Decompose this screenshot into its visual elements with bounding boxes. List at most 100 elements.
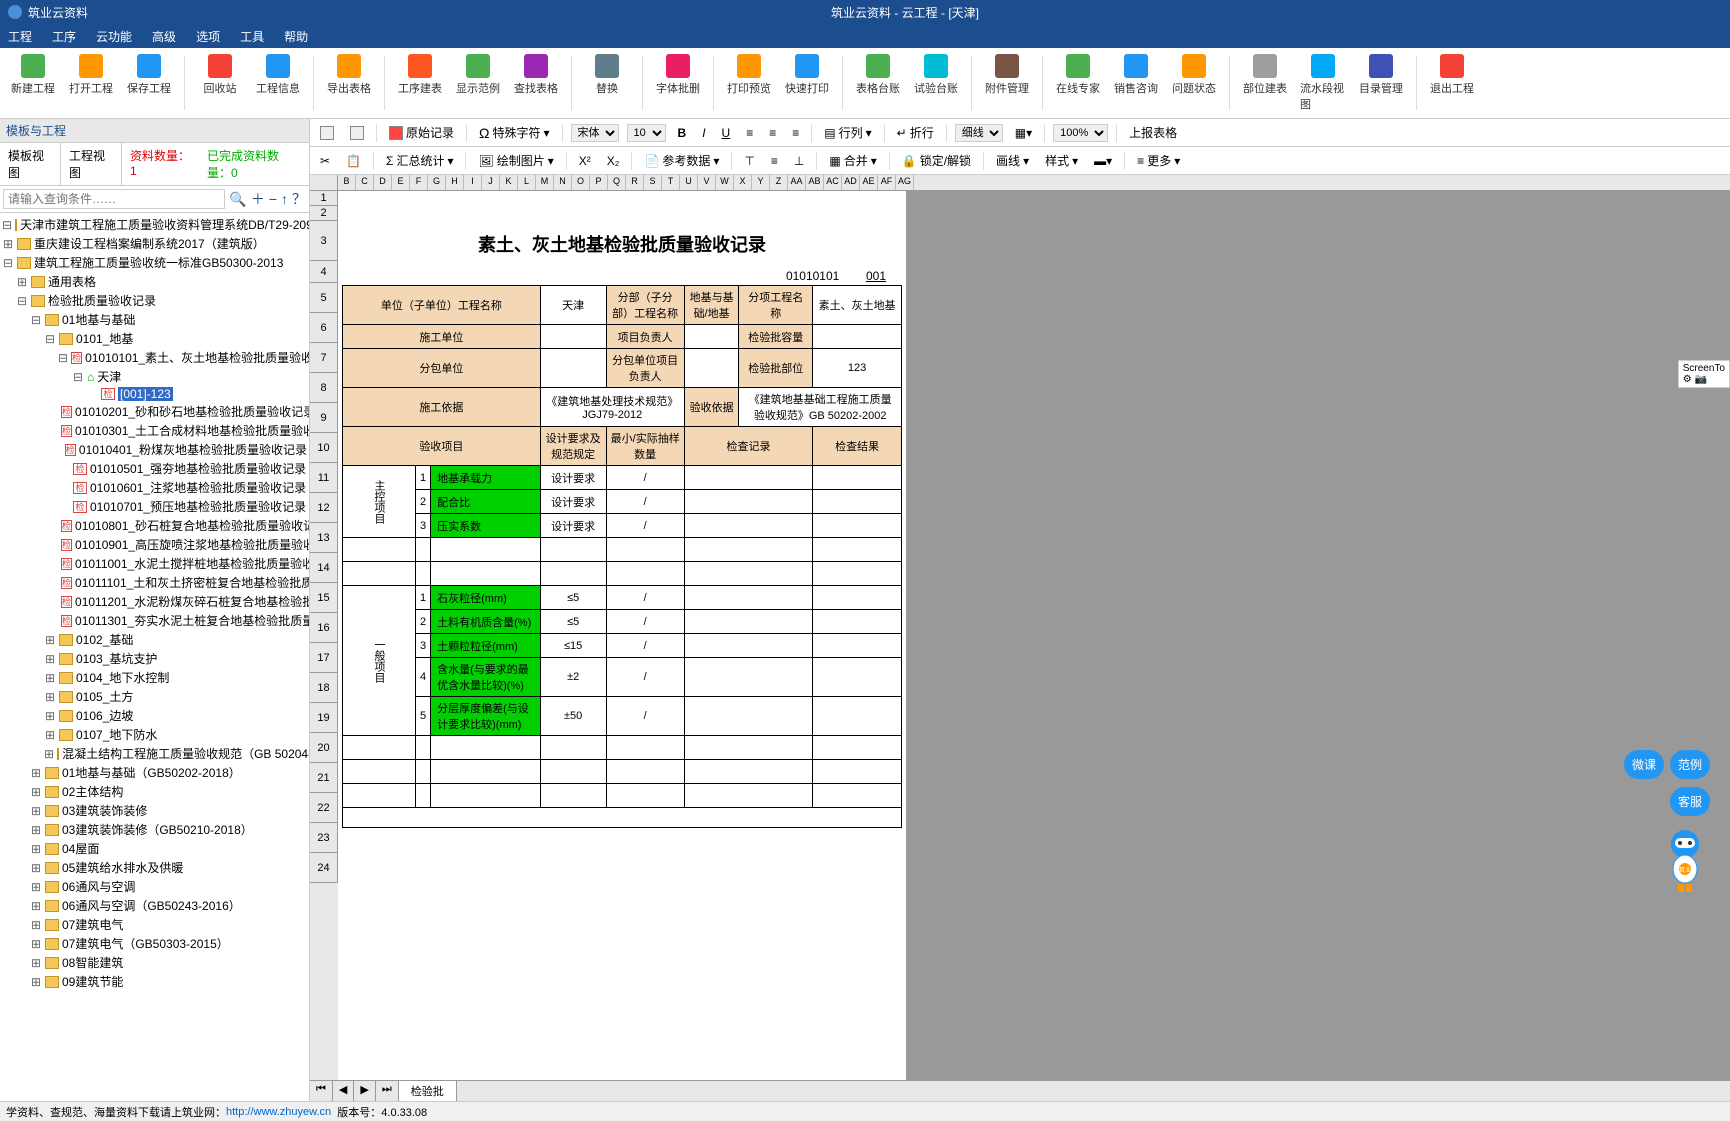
- tab-project-view[interactable]: 工程视图: [61, 143, 122, 185]
- tb-显示范例[interactable]: 显示范例: [453, 52, 503, 114]
- sub-btn[interactable]: X₂: [603, 152, 624, 170]
- tree-item[interactable]: ⊞06通风与空调（GB50243-2016）: [2, 896, 307, 915]
- cut-icon[interactable]: ✂: [316, 152, 334, 170]
- tb-新建工程[interactable]: 新建工程: [8, 52, 58, 114]
- italic-btn[interactable]: I: [698, 124, 709, 142]
- tree-item[interactable]: ⊞02主体结构: [2, 782, 307, 801]
- up-icon[interactable]: ↑: [281, 191, 288, 207]
- menu-帮助[interactable]: 帮助: [284, 28, 308, 45]
- zoom-select[interactable]: 100%: [1053, 124, 1108, 142]
- tb-表格台账[interactable]: 表格台账: [853, 52, 903, 114]
- wrap-btn[interactable]: ↵ 折行: [893, 122, 938, 143]
- tree-item[interactable]: ⊞重庆建设工程档案编制系统2017（建筑版）: [2, 234, 307, 253]
- valign-bot-icon[interactable]: ⊥: [790, 152, 808, 170]
- tb-退出工程[interactable]: 退出工程: [1427, 52, 1477, 114]
- tb-打印预览[interactable]: 打印预览: [724, 52, 774, 114]
- menu-工具[interactable]: 工具: [240, 28, 264, 45]
- tb-在线专家[interactable]: 在线专家: [1053, 52, 1103, 114]
- tree-item[interactable]: 检01010801_砂石桩复合地基检验批质量验收记录: [2, 516, 307, 535]
- sheet-area[interactable]: 123456789101112131415161718192021222324 …: [310, 191, 1730, 1080]
- tree-item[interactable]: 检01010201_砂和砂石地基检验批质量验收记录: [2, 402, 307, 421]
- weike-btn[interactable]: 微课: [1624, 750, 1664, 779]
- tree-item[interactable]: ⊟01地基与基础: [2, 310, 307, 329]
- kefu-btn[interactable]: 客服: [1670, 787, 1710, 816]
- tb-替换[interactable]: 替换: [582, 52, 632, 114]
- tb-目录管理[interactable]: 目录管理: [1356, 52, 1406, 114]
- upload-btn[interactable]: 上报表格: [1125, 122, 1181, 143]
- style-btn[interactable]: 样式▾: [1041, 150, 1082, 171]
- tab-template-view[interactable]: 模板视图: [0, 143, 61, 185]
- tab-last-icon[interactable]: ⏭: [376, 1081, 399, 1101]
- tree-item[interactable]: 检01010301_土工合成材料地基检验批质量验收记录: [2, 421, 307, 440]
- nav-tree[interactable]: ⊟天津市建筑工程施工质量验收资料管理系统DB/T29-209-2011⊞重庆建设…: [0, 213, 309, 1101]
- valign-top-icon[interactable]: ⊤: [740, 152, 758, 170]
- tree-item[interactable]: ⊟⌂天津: [2, 367, 307, 386]
- tree-item[interactable]: ⊞0106_边坡: [2, 706, 307, 725]
- tb-部位建表[interactable]: 部位建表: [1240, 52, 1290, 114]
- tree-item[interactable]: ⊟检验批质量验收记录: [2, 291, 307, 310]
- tree-item[interactable]: ⊞03建筑装饰装修（GB50210-2018）: [2, 820, 307, 839]
- menu-工序[interactable]: 工序: [52, 28, 76, 45]
- tb-试验台账[interactable]: 试验台账: [911, 52, 961, 114]
- tb-附件管理[interactable]: 附件管理: [982, 52, 1032, 114]
- tb-打开工程[interactable]: 打开工程: [66, 52, 116, 114]
- search-icon[interactable]: 🔍: [229, 191, 246, 208]
- tree-item[interactable]: ⊟天津市建筑工程施工质量验收资料管理系统DB/T29-209-2011: [2, 215, 307, 234]
- tb-销售咨询[interactable]: 销售咨询: [1111, 52, 1161, 114]
- add-icon[interactable]: ＋: [251, 189, 265, 209]
- lock-btn[interactable]: 🔒 锁定/解锁: [898, 150, 975, 171]
- line-select[interactable]: 细线: [955, 124, 1003, 142]
- tb-导出表格[interactable]: 导出表格: [324, 52, 374, 114]
- sheet-tab[interactable]: 检验批: [399, 1081, 457, 1101]
- align-right-icon[interactable]: ≡: [788, 124, 803, 142]
- tab-next-icon[interactable]: ▶: [354, 1081, 375, 1101]
- underline-btn[interactable]: U: [718, 124, 735, 142]
- menu-云功能[interactable]: 云功能: [96, 28, 132, 45]
- tree-item[interactable]: ⊞0107_地下防水: [2, 725, 307, 744]
- draw-btn[interactable]: 🖼 绘制图片▾: [474, 150, 557, 171]
- form-table[interactable]: 单位（子单位）工程名称天津 分部（子分部）工程名称地基与基础/地基 分项工程名称…: [342, 285, 902, 828]
- tab-prev-icon[interactable]: ◀: [333, 1081, 354, 1101]
- paste-icon[interactable]: 📋: [342, 152, 365, 170]
- tb-回收站[interactable]: 回收站: [195, 52, 245, 114]
- tree-item[interactable]: ⊟0101_地基: [2, 329, 307, 348]
- tree-item[interactable]: ⊞通用表格: [2, 272, 307, 291]
- tree-item[interactable]: ⊟建筑工程施工质量验收统一标准GB50300-2013: [2, 253, 307, 272]
- screentool-widget[interactable]: ScreenTo⚙ 📷: [1678, 360, 1730, 388]
- tree-item[interactable]: 检01010401_粉煤灰地基检验批质量验收记录: [2, 440, 307, 459]
- tb-保存工程[interactable]: 保存工程: [124, 52, 174, 114]
- undo-icon[interactable]: [316, 124, 338, 142]
- orig-record-btn[interactable]: 原始记录: [385, 122, 458, 143]
- tree-item[interactable]: ⊞04屋面: [2, 839, 307, 858]
- tree-item[interactable]: ⊞07建筑电气（GB50303-2015）: [2, 934, 307, 953]
- menu-工程[interactable]: 工程: [8, 28, 32, 45]
- tree-item[interactable]: ⊞09建筑节能: [2, 972, 307, 991]
- menu-高级[interactable]: 高级: [152, 28, 176, 45]
- tb-字体批删[interactable]: 字体批删: [653, 52, 703, 114]
- row-col-btn[interactable]: ▤ 行列▾: [820, 122, 875, 143]
- border-btn[interactable]: ▦▾: [1011, 124, 1036, 142]
- tree-item[interactable]: 检01011301_夯实水泥土桩复合地基检验批质量验: [2, 611, 307, 630]
- tb-快速打印[interactable]: 快速打印: [782, 52, 832, 114]
- tree-item[interactable]: ⊞0104_地下水控制: [2, 668, 307, 687]
- stats-btn[interactable]: Σ 汇总统计▾: [382, 150, 457, 171]
- search-input[interactable]: [3, 189, 225, 209]
- tree-item[interactable]: 检01010701_预压地基检验批质量验收记录: [2, 497, 307, 516]
- tree-item[interactable]: ⊞01地基与基础（GB50202-2018）: [2, 763, 307, 782]
- align-left-icon[interactable]: ≡: [742, 124, 757, 142]
- status-link[interactable]: http://www.zhuyew.cn: [226, 1106, 331, 1118]
- super-btn[interactable]: X²: [575, 152, 595, 170]
- minus-icon[interactable]: −: [269, 191, 277, 207]
- fanli-btn[interactable]: 范例: [1670, 750, 1710, 779]
- bold-btn[interactable]: B: [674, 124, 691, 142]
- ref-btn[interactable]: 📄 参考数据▾: [640, 150, 723, 171]
- merge-btn[interactable]: ▦ 合并▾: [825, 150, 880, 171]
- tree-item[interactable]: ⊞06通风与空调: [2, 877, 307, 896]
- redo-icon[interactable]: [346, 124, 368, 142]
- drawline-btn[interactable]: 画线▾: [992, 150, 1033, 171]
- tb-工程信息[interactable]: 工程信息: [253, 52, 303, 114]
- tb-流水段视图[interactable]: 流水段视图: [1298, 52, 1348, 114]
- tree-item[interactable]: 检01010501_强夯地基检验批质量验收记录: [2, 459, 307, 478]
- tree-item[interactable]: 检01010601_注浆地基检验批质量验收记录: [2, 478, 307, 497]
- font-select[interactable]: 宋体: [571, 124, 619, 142]
